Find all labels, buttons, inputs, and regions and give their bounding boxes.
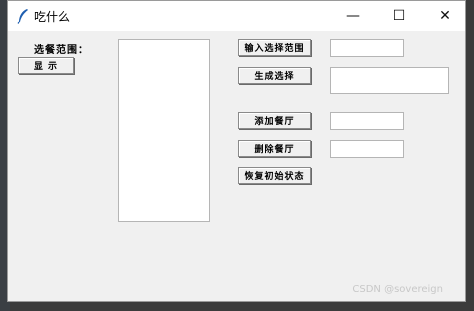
restaurant-listbox[interactable]	[118, 39, 210, 222]
range-input[interactable]	[330, 39, 404, 57]
title-bar: 吃什么 — ☐ ✕	[8, 1, 465, 31]
delete-restaurant-button[interactable]: 删除餐厅	[238, 140, 311, 157]
generate-button[interactable]: 生成选择	[238, 67, 311, 84]
add-restaurant-button[interactable]: 添加餐厅	[238, 112, 311, 129]
maximize-button[interactable]: ☐	[377, 1, 421, 31]
input-range-button[interactable]: 输入选择范围	[238, 39, 311, 56]
result-field[interactable]	[330, 67, 449, 94]
add-restaurant-input[interactable]	[330, 112, 404, 130]
show-button[interactable]: 显 示	[18, 57, 74, 74]
minimize-icon: —	[346, 8, 360, 24]
delete-restaurant-input[interactable]	[330, 140, 404, 158]
minimize-button[interactable]: —	[331, 1, 375, 31]
app-window: 吃什么 — ☐ ✕ 选餐范围： 显 示 输入选择范围 生成选择 添加餐厅 删除餐…	[7, 0, 466, 302]
feather-icon	[17, 9, 28, 24]
window-title: 吃什么	[34, 10, 71, 24]
close-button[interactable]: ✕	[423, 1, 467, 31]
range-label: 选餐范围：	[34, 45, 89, 56]
restore-button[interactable]: 恢复初始状态	[238, 167, 311, 184]
maximize-icon: ☐	[392, 8, 406, 24]
watermark: CSDN @sovereign	[352, 284, 443, 295]
close-icon: ✕	[439, 8, 451, 24]
